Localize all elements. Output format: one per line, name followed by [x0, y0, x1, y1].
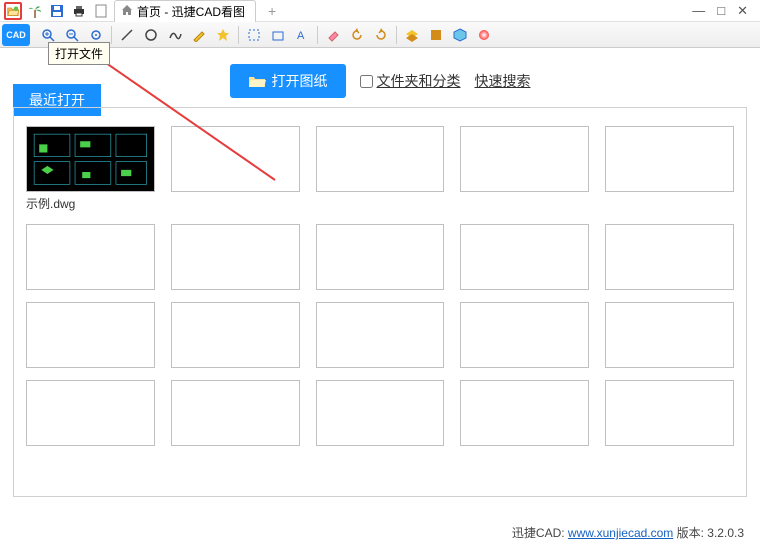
palm-icon[interactable]	[26, 2, 44, 20]
minimize-button[interactable]: —	[692, 3, 705, 19]
empty-slot[interactable]	[316, 224, 445, 290]
star-icon[interactable]	[213, 25, 233, 45]
open-drawing-label: 打开图纸	[272, 71, 328, 91]
empty-slot[interactable]	[26, 380, 155, 446]
titlebar: 首页 - 迅捷CAD看图 + — □ ✕	[0, 0, 760, 22]
tab-title: 首页 - 迅捷CAD看图	[137, 3, 245, 20]
svg-text:A: A	[297, 30, 305, 42]
open-file-tooltip: 打开文件	[48, 42, 110, 65]
folder-classify-label[interactable]: 文件夹和分类	[377, 71, 461, 91]
footer: 迅捷CAD: www.xunjiecad.com 版本: 3.2.0.3	[512, 524, 744, 541]
footer-version: 版本: 3.2.0.3	[673, 526, 744, 540]
pencil-icon[interactable]	[189, 25, 209, 45]
undo-icon[interactable]	[347, 25, 367, 45]
polyline-icon[interactable]	[165, 25, 185, 45]
page-icon[interactable]	[92, 2, 110, 20]
empty-slot[interactable]	[171, 126, 300, 192]
empty-slot[interactable]	[316, 302, 445, 368]
line-icon[interactable]	[117, 25, 137, 45]
empty-slot[interactable]	[26, 302, 155, 368]
redo-icon[interactable]	[371, 25, 391, 45]
empty-slot[interactable]	[316, 380, 445, 446]
empty-slot[interactable]	[316, 126, 445, 192]
layers-icon[interactable]	[402, 25, 422, 45]
window-controls: — □ ✕	[692, 3, 756, 19]
separator	[317, 26, 318, 44]
empty-slot[interactable]	[171, 302, 300, 368]
tab-home[interactable]: 首页 - 迅捷CAD看图	[114, 0, 256, 22]
quick-search-link[interactable]: 快速搜索	[475, 71, 531, 91]
empty-slot[interactable]	[605, 380, 734, 446]
empty-slot[interactable]	[605, 126, 734, 192]
footer-link[interactable]: www.xunjiecad.com	[568, 526, 673, 540]
text-icon[interactable]: A	[292, 25, 312, 45]
book-icon[interactable]	[426, 25, 446, 45]
footer-prefix: 迅捷CAD:	[512, 526, 568, 540]
empty-slot[interactable]	[171, 380, 300, 446]
empty-slot[interactable]	[26, 224, 155, 290]
empty-slot[interactable]	[171, 224, 300, 290]
window-icon[interactable]	[268, 25, 288, 45]
thumbnail-grid: 示例.dwg	[26, 126, 734, 446]
color-wheel-icon[interactable]	[474, 25, 494, 45]
close-button[interactable]: ✕	[737, 3, 748, 19]
empty-slot[interactable]	[460, 302, 589, 368]
toolbar: CAD A	[0, 22, 760, 48]
print-icon[interactable]	[70, 2, 88, 20]
recent-files-panel: 示例.dwg	[13, 107, 747, 497]
measure-icon[interactable]	[244, 25, 264, 45]
home-icon	[121, 4, 133, 19]
open-drawing-button[interactable]: 打开图纸	[230, 64, 346, 98]
open-file-icon[interactable]	[4, 2, 22, 20]
folder-open-icon	[248, 74, 266, 88]
empty-slot[interactable]	[460, 380, 589, 446]
circle-icon[interactable]	[141, 25, 161, 45]
empty-slot[interactable]	[460, 126, 589, 192]
file-thumbnail[interactable]	[26, 126, 155, 192]
cube-icon[interactable]	[450, 25, 470, 45]
tab-add[interactable]: +	[262, 3, 282, 19]
separator	[238, 26, 239, 44]
maximize-button[interactable]: □	[717, 3, 725, 19]
action-row: 打开图纸 文件夹和分类 快速搜索	[0, 64, 760, 98]
file-name: 示例.dwg	[26, 195, 155, 212]
separator	[111, 26, 112, 44]
app-logo: CAD	[2, 24, 30, 46]
eraser-icon[interactable]	[323, 25, 343, 45]
empty-slot[interactable]	[605, 224, 734, 290]
separator	[396, 26, 397, 44]
folder-classify-checkbox[interactable]	[360, 75, 373, 88]
empty-slot[interactable]	[460, 224, 589, 290]
save-icon[interactable]	[48, 2, 66, 20]
empty-slot[interactable]	[605, 302, 734, 368]
